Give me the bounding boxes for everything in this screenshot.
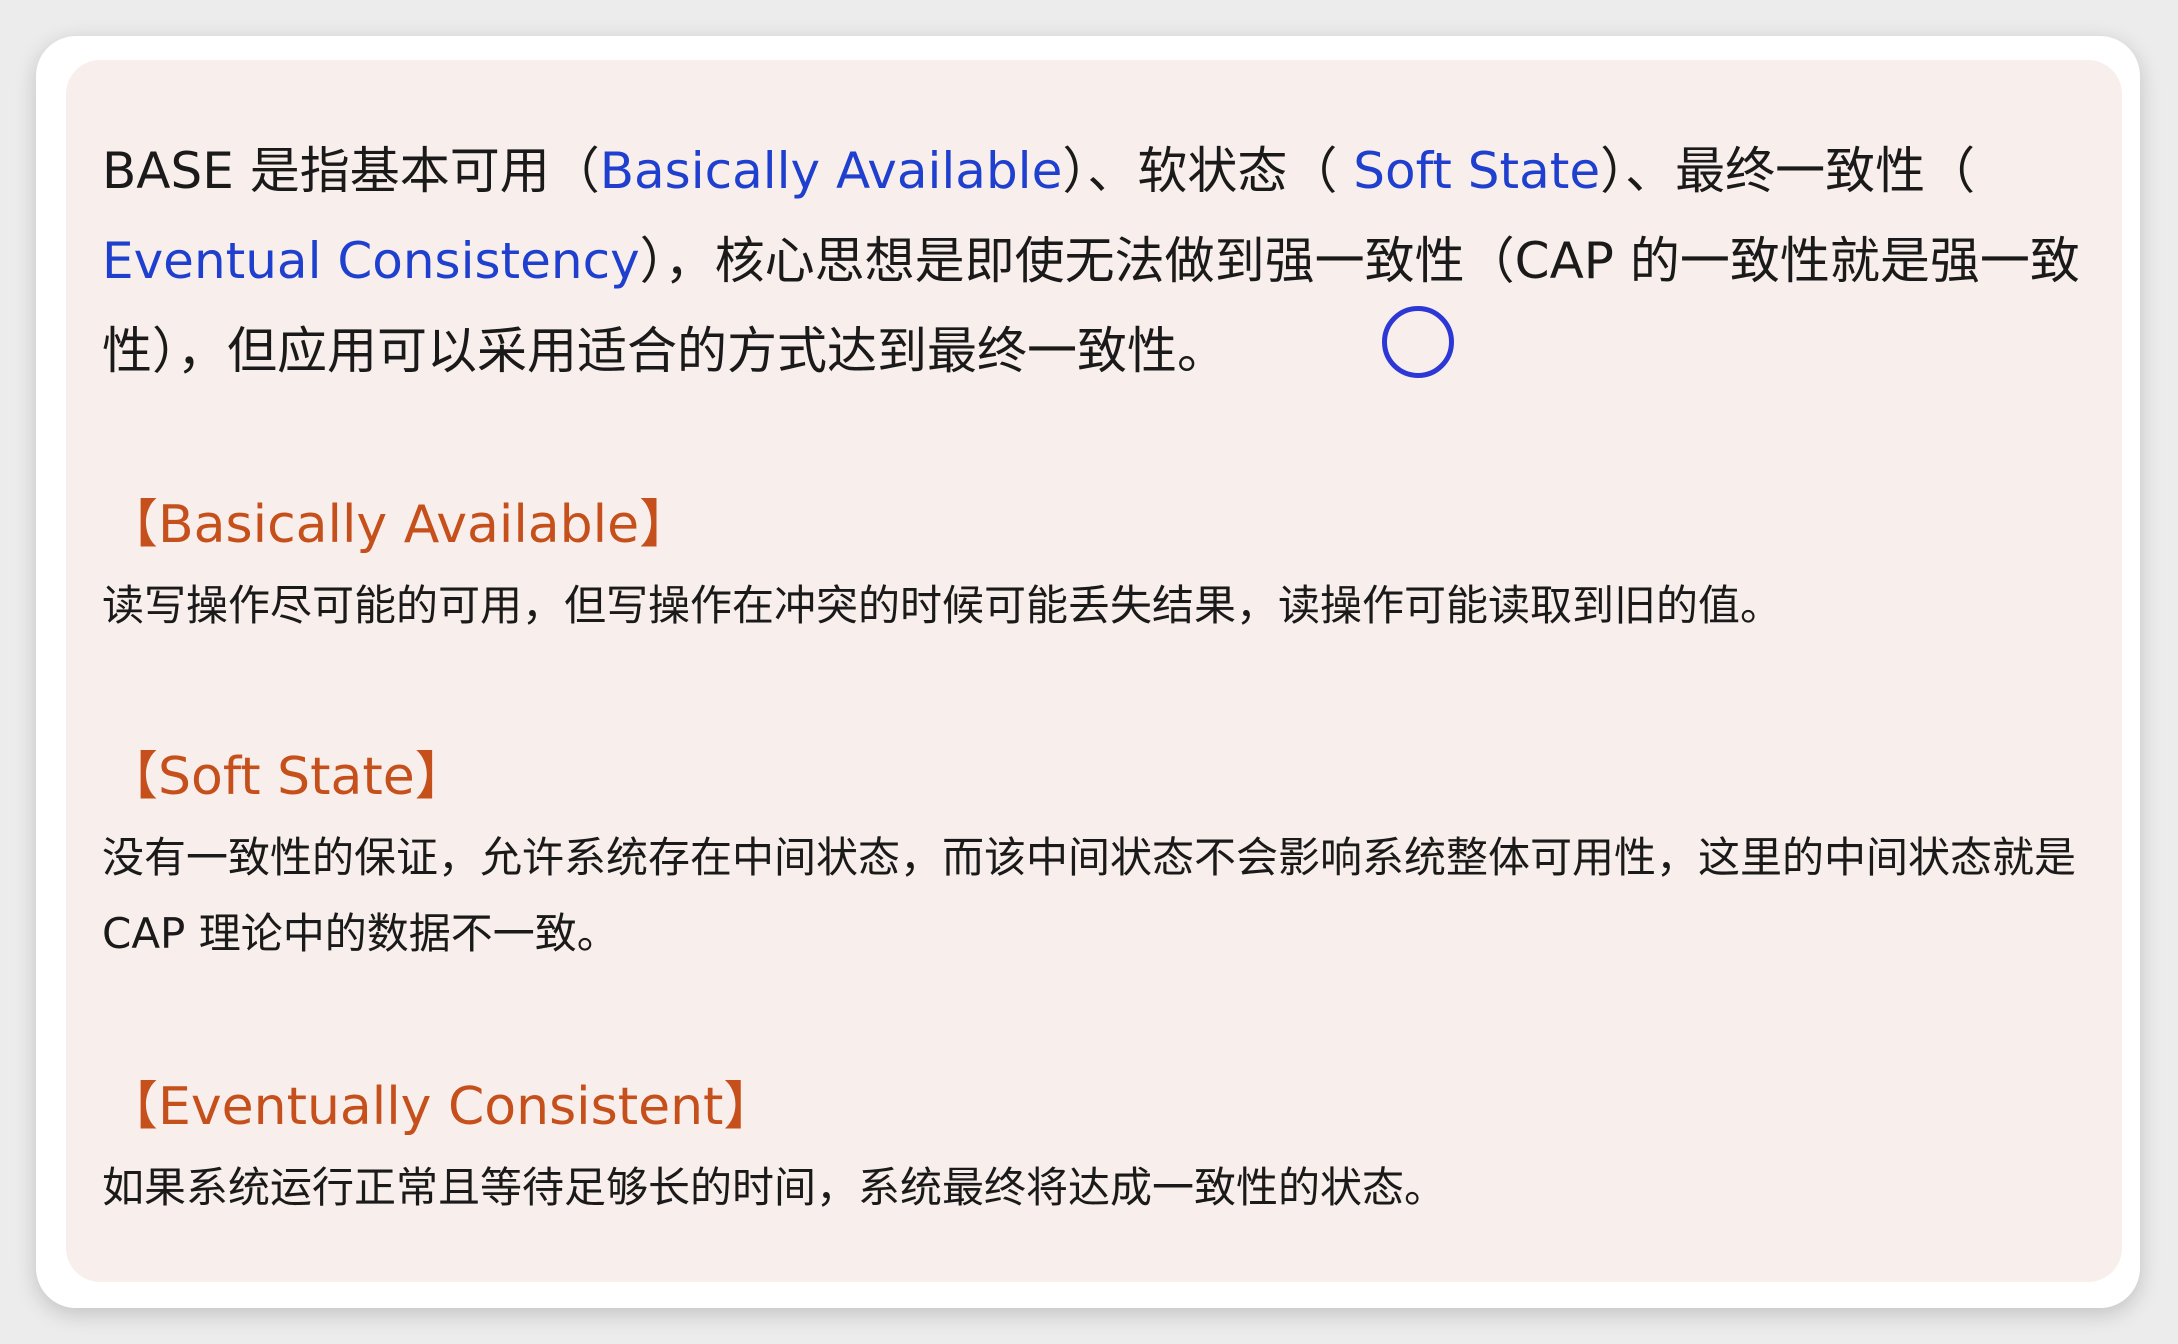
cursor-ring-icon: [1382, 306, 1454, 378]
intro-paragraph: BASE 是指基本可用（Basically Available）、软状态（ So…: [102, 126, 2092, 396]
term-basically-available: Basically Available: [599, 142, 1063, 200]
heading-eventually-consistent: 【Eventually Consistent】: [106, 1077, 776, 1137]
heading-soft-state: 【Soft State】: [106, 747, 467, 807]
term-soft-state: Soft State: [1353, 142, 1601, 200]
intro-text-3: ）、最终一致性（: [1600, 142, 1976, 200]
heading-basically-available: 【Basically Available】: [106, 495, 692, 555]
body-basically-available: 读写操作尽可能的可用，但写操作在冲突的时候可能丢失结果，读操作可能读取到旧的值。: [102, 581, 1783, 630]
intro-text-1: BASE 是指基本可用（: [102, 142, 600, 200]
body-soft-state: 没有一致性的保证，允许系统存在中间状态，而该中间状态不会影响系统整体可用性，这里…: [102, 833, 2077, 958]
term-eventual-consistency: Eventual Consistency: [102, 232, 640, 290]
body-eventually-consistent: 如果系统运行正常且等待足够长的时间，系统最终将达成一致性的状态。: [102, 1163, 1447, 1212]
intro-text-2: ）、软状态（: [1062, 142, 1354, 200]
